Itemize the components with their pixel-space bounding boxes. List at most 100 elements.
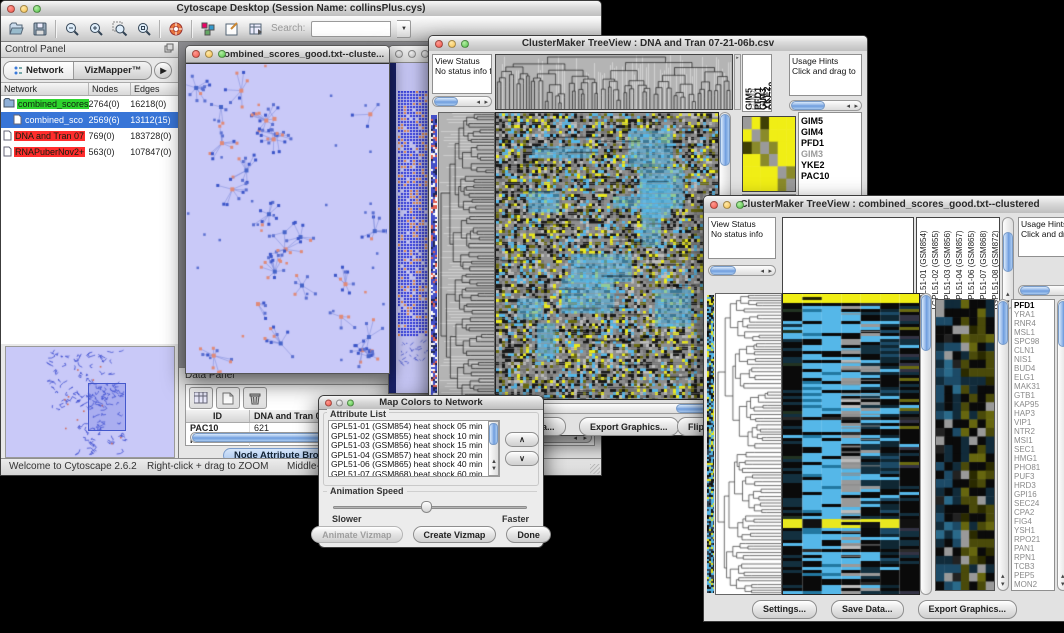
zoom-out-icon[interactable] xyxy=(63,20,81,38)
slower-label: Slower xyxy=(332,514,362,524)
annotation-icon[interactable] xyxy=(223,20,241,38)
tv2-gene-label: FIG4 xyxy=(1014,517,1052,526)
tab-overflow-button[interactable]: ▶ xyxy=(154,62,172,79)
tv2-zoom-vscrollbar[interactable]: ▴▾ xyxy=(997,299,1009,591)
dialog-title: Map Colors to Network xyxy=(379,397,482,408)
help-lifering-icon[interactable] xyxy=(167,20,185,38)
treeview2-window: ClusterMaker TreeView : combined_scores_… xyxy=(703,195,1064,622)
create-view-icon[interactable] xyxy=(199,20,217,38)
done-button[interactable]: Done xyxy=(506,526,551,543)
tv2-global-strip[interactable] xyxy=(707,295,714,593)
main-resize-grip[interactable] xyxy=(590,464,600,474)
minimize-button[interactable] xyxy=(408,50,416,58)
treeview1-title-bar[interactable]: ClusterMaker TreeView : DNA and Tran 07-… xyxy=(429,36,867,52)
tv1-status-hscrollbar[interactable]: ◂▸ xyxy=(432,96,492,107)
close-button[interactable] xyxy=(325,399,332,406)
main-title-bar[interactable]: Cytoscape Desktop (Session Name: collins… xyxy=(1,1,601,17)
move-down-button[interactable]: ∨ xyxy=(505,451,539,466)
minimize-button[interactable] xyxy=(20,5,28,13)
save-session-icon[interactable] xyxy=(31,20,49,38)
close-button[interactable] xyxy=(435,40,443,48)
document-icon xyxy=(3,130,12,143)
tv2-gene-label: SPC98 xyxy=(1014,337,1052,346)
tv2-right-vscrollbar[interactable]: ▴▾ xyxy=(1057,299,1064,591)
minimize-button[interactable] xyxy=(205,50,213,58)
attribute-list-item[interactable]: GPL51-07 (GSM868) heat shock 60 min xyxy=(329,470,487,478)
float-panel-icon[interactable] xyxy=(164,43,174,56)
tv1-global-strip[interactable] xyxy=(431,115,437,397)
zoom-button[interactable] xyxy=(736,201,744,209)
zoom-fit-icon[interactable] xyxy=(135,20,153,38)
zoom-in-icon[interactable] xyxy=(87,20,105,38)
delete-attribute-icon[interactable] xyxy=(243,387,267,409)
close-button[interactable] xyxy=(395,50,403,58)
open-file-icon[interactable] xyxy=(7,20,25,38)
tv1-column-dendrogram[interactable] xyxy=(495,54,733,110)
tv1-heatmap[interactable] xyxy=(495,112,719,400)
tv2-button-save-data-[interactable]: Save Data... xyxy=(831,600,904,619)
tv2-gene-label: VIP1 xyxy=(1014,418,1052,427)
attribute-list-vscrollbar[interactable]: ▲▼ xyxy=(488,421,499,476)
network-nodes-count: 2764(0) xyxy=(89,99,131,109)
network-tree-row[interactable]: combined_sco2569(6)13112(15) xyxy=(1,112,178,128)
close-button[interactable] xyxy=(192,50,200,58)
treeview2-title-bar[interactable]: ClusterMaker TreeView : combined_scores_… xyxy=(704,196,1064,214)
new-attribute-icon[interactable] xyxy=(216,387,240,409)
tv2-zoom-heatmap[interactable] xyxy=(935,299,995,591)
network-tree-row[interactable]: combined_scores2764(0)16218(0) xyxy=(1,96,178,112)
tv2-button-settings-[interactable]: Settings... xyxy=(752,600,817,619)
tv1-row-dendrogram[interactable] xyxy=(438,112,495,400)
birds-eye-selection-rect[interactable] xyxy=(88,383,126,431)
search-input[interactable] xyxy=(311,21,391,37)
network-name: RNAPuberNov2+ xyxy=(14,147,85,157)
zoom-selected-icon[interactable] xyxy=(111,20,129,38)
move-up-button[interactable]: ∧ xyxy=(505,432,539,447)
birds-eye-view[interactable] xyxy=(5,346,175,458)
tv2-heatmap[interactable] xyxy=(782,293,920,595)
dialog-title-bar[interactable]: Map Colors to Network xyxy=(319,396,543,410)
tv2-heatmap-vscrollbar[interactable] xyxy=(920,293,932,595)
tv2-labels-vscrollbar[interactable]: ▴▾ xyxy=(1002,217,1014,309)
zoom-button[interactable] xyxy=(347,399,354,406)
tv2-button-export-graphics-[interactable]: Export Graphics... xyxy=(918,600,1018,619)
minimize-button[interactable] xyxy=(448,40,456,48)
tv1-zoom-heatmap[interactable] xyxy=(742,116,796,192)
tv2-gene-label: KAP95 xyxy=(1014,400,1052,409)
close-button[interactable] xyxy=(710,201,718,209)
zoom-button[interactable] xyxy=(461,40,469,48)
tv1-splitter[interactable]: ▸ xyxy=(734,54,741,110)
attribute-table-icon[interactable] xyxy=(189,387,213,409)
attribute-list[interactable]: GPL51-01 (GSM854) heat shock 05 minGPL51… xyxy=(328,420,500,477)
import-table-icon[interactable] xyxy=(247,20,265,38)
network-tree-row[interactable]: DNA and Tran 07769(0)183728(0) xyxy=(1,128,178,144)
minimize-button[interactable] xyxy=(723,201,731,209)
zoom-button[interactable] xyxy=(218,50,226,58)
tv1-usage-hscrollbar[interactable]: ◂▸ xyxy=(789,100,862,111)
tv2-row-dendrogram[interactable] xyxy=(715,293,782,595)
tv1-button-export-graphics-[interactable]: Export Graphics... xyxy=(579,417,679,436)
network-name: combined_scores xyxy=(17,99,89,109)
control-panel-title: Control Panel xyxy=(5,44,66,55)
network-window-title-bar[interactable]: combined_scores_good.txt--cluste... xyxy=(186,46,389,63)
minimize-button[interactable] xyxy=(336,399,343,406)
tab-network[interactable]: Network xyxy=(4,62,74,79)
tv2-usage-hscrollbar[interactable] xyxy=(1018,285,1064,296)
network-table-header[interactable]: Network Nodes Edges xyxy=(1,82,178,96)
speed-slider-thumb[interactable] xyxy=(421,501,432,513)
network-tree-row[interactable]: RNAPuberNov2+563(0)107847(0) xyxy=(1,144,178,160)
attribute-list-label: Attribute List xyxy=(327,409,389,419)
network-view[interactable] xyxy=(186,63,389,373)
tv2-column-label: GPL51-07 (GSM868) xyxy=(978,220,990,306)
zoom-button[interactable] xyxy=(33,5,41,13)
tv1-view-status-text: No status info f xyxy=(435,66,489,76)
network-canvas[interactable] xyxy=(186,64,387,373)
tab-vizmapper[interactable]: VizMapper™ xyxy=(74,62,151,79)
tv2-gene-label: RPO21 xyxy=(1014,535,1052,544)
tv2-status-hscrollbar[interactable]: ◂▸ xyxy=(708,265,776,276)
create-vizmap-button[interactable]: Create Vizmap xyxy=(413,526,497,543)
close-button[interactable] xyxy=(7,5,15,13)
main-window-controls[interactable] xyxy=(7,5,41,13)
control-panel-header: Control Panel xyxy=(1,42,178,58)
search-dropdown-button[interactable]: ▼ xyxy=(397,20,411,38)
control-panel: Control Panel Network VizMapper™ ▶ xyxy=(1,42,179,459)
